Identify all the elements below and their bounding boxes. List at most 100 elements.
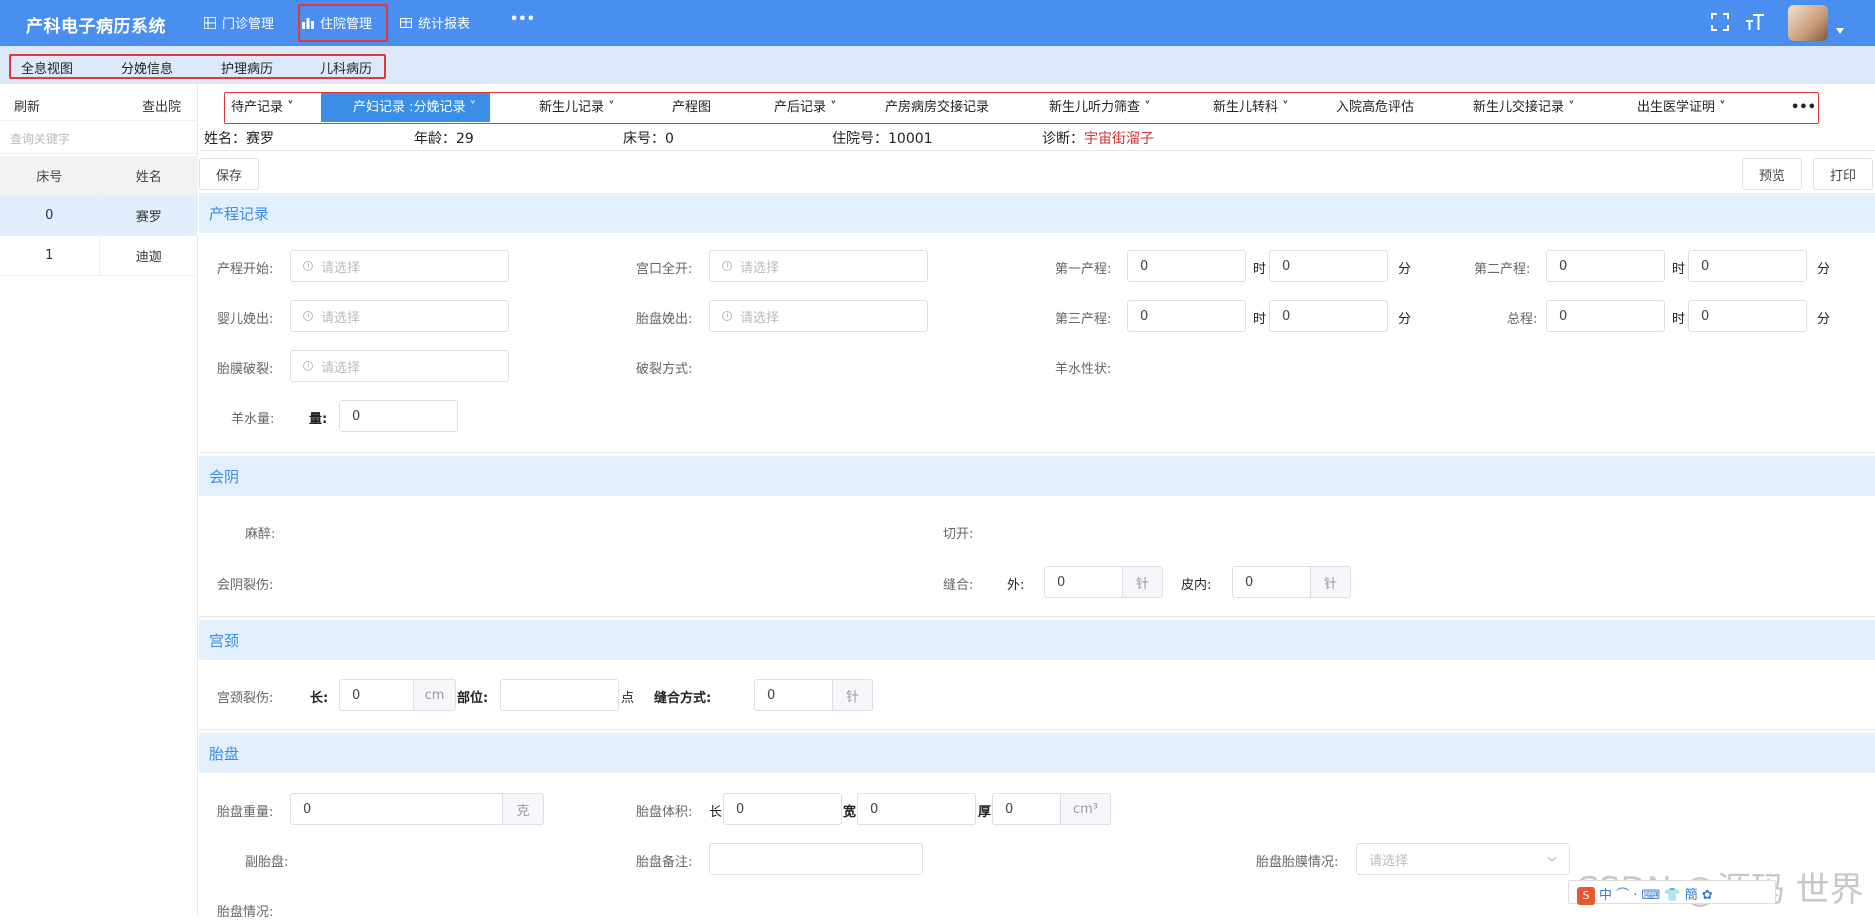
stage2-hours-input[interactable]: 0: [1546, 250, 1665, 282]
placenta-note-label: 胎盘备注:: [636, 855, 693, 870]
nav-outpatient[interactable]: 门诊管理: [204, 13, 274, 32]
label: 诊断：: [1042, 131, 1084, 147]
tab-maternal-delivery[interactable]: 产妇记录 :分娩记录 ˅: [321, 93, 491, 122]
amniotic-amount-input[interactable]: 0: [339, 400, 458, 432]
placenta-delivery-picker[interactable]: 请选择: [709, 300, 928, 332]
discharge-query-button[interactable]: 查出院: [142, 96, 181, 115]
value: 宇宙街溜子: [1084, 131, 1154, 147]
clock-icon: [722, 261, 732, 271]
tab-postpartum[interactable]: 产后记录 ˅: [774, 93, 837, 122]
outer-stitches-input[interactable]: 0: [1044, 566, 1123, 598]
value: 29: [456, 131, 474, 147]
membrane-status-label: 胎盘胎膜情况:: [1256, 855, 1339, 870]
tab-more-icon[interactable]: •••: [1791, 93, 1816, 122]
tab-label: 新生儿记录: [539, 100, 605, 115]
tab-ward-handover[interactable]: 产房病房交接记录: [885, 93, 989, 122]
fullscreen-icon[interactable]: [1711, 13, 1729, 31]
stage3-hours-input[interactable]: 0: [1127, 300, 1246, 332]
cervical-laceration-label: 宫颈裂伤:: [217, 691, 274, 706]
placenta-thickness-input[interactable]: 0: [992, 793, 1061, 825]
minute-label: 分: [1817, 312, 1831, 327]
gram-unit: 克: [503, 793, 544, 825]
patient-diagnosis: 诊断：宇宙街溜子: [1042, 128, 1154, 148]
table-row[interactable]: 1 迪迦: [0, 236, 198, 276]
placenta-volume-label: 胎盘体积:: [636, 805, 693, 820]
labor-start-label: 产程开始:: [217, 262, 274, 277]
refresh-button[interactable]: 刷新: [14, 96, 40, 115]
stage1-hours-input[interactable]: 0: [1127, 250, 1246, 282]
amniotic-nature-label: 羊水性状:: [1055, 362, 1112, 377]
tab-prelabor[interactable]: 待产记录 ˅: [231, 93, 294, 122]
cervix-suture-input[interactable]: 0: [754, 679, 833, 711]
tab-label: 产程图: [672, 100, 712, 115]
section-perineum: 会阴: [199, 456, 1875, 496]
clock-icon: [722, 311, 732, 321]
highlight-subnav: [9, 54, 386, 79]
caret-down-icon[interactable]: [1836, 28, 1844, 34]
nav-more[interactable]: •••: [510, 12, 535, 27]
baby-delivery-picker[interactable]: 请选择: [290, 300, 509, 332]
save-button[interactable]: 保存: [199, 158, 259, 190]
search-input[interactable]: 查询关键字: [0, 120, 198, 154]
tab-birth-certificate[interactable]: 出生医学证明 ˅: [1637, 93, 1726, 122]
membrane-status-select[interactable]: 请选择: [1356, 843, 1570, 875]
tab-label: 新生儿听力筛查: [1049, 100, 1141, 115]
cell-bed: 1: [0, 236, 100, 275]
perineal-laceration-label: 会阴裂伤:: [217, 578, 274, 593]
tab-newborn-transfer[interactable]: 新生儿转科 ˅: [1213, 93, 1289, 122]
tab-newborn-handover[interactable]: 新生儿交接记录 ˅: [1473, 93, 1575, 122]
total-hours-input[interactable]: 0: [1546, 300, 1665, 332]
intradermal-label: 皮内:: [1181, 578, 1212, 593]
placeholder: 请选择: [740, 310, 780, 326]
minute-label: 分: [1398, 312, 1412, 327]
tab-partogram[interactable]: 产程图: [672, 93, 711, 122]
tab-risk-assessment[interactable]: 入院高危评估: [1336, 93, 1414, 122]
label: 年龄：: [414, 131, 456, 147]
stage1-minutes-input[interactable]: 0: [1269, 250, 1388, 282]
tab-hearing-screening[interactable]: 新生儿听力筛查 ˅: [1049, 93, 1151, 122]
hour-label: 时: [1672, 262, 1686, 277]
incision-label: 切开:: [943, 527, 974, 542]
cm-unit: cm: [414, 679, 456, 711]
record-tabs: 待产记录 ˅ 产妇记录 :分娩记录 ˅ 新生儿记录 ˅ 产程图 产后记录 ˅ 产…: [224, 92, 1819, 124]
ime-toolbar[interactable]: S 中 ⌒ · ⌨ 👕 簡 ✿: [1568, 880, 1776, 905]
cell-name: 迪迦: [135, 250, 162, 265]
total-minutes-input[interactable]: 0: [1688, 300, 1807, 332]
placenta-length-input[interactable]: 0: [723, 793, 842, 825]
baby-delivery-label: 婴儿娩出:: [217, 312, 274, 327]
position-input[interactable]: [500, 679, 619, 711]
preview-button[interactable]: 预览: [1742, 158, 1802, 190]
stage3-minutes-input[interactable]: 0: [1269, 300, 1388, 332]
font-size-icon[interactable]: [1745, 12, 1765, 32]
dilation-picker[interactable]: 请选择: [709, 250, 928, 282]
tab-label: 待产记录: [231, 100, 284, 115]
avatar[interactable]: [1788, 5, 1828, 41]
tab-newborn[interactable]: 新生儿记录 ˅: [539, 93, 615, 122]
placeholder: 请选择: [1369, 853, 1409, 869]
stage2-minutes-input[interactable]: 0: [1688, 250, 1807, 282]
table-row[interactable]: 0 赛罗: [0, 196, 198, 236]
column-name: 姓名: [135, 170, 162, 185]
placenta-weight-input[interactable]: 0: [290, 793, 503, 825]
placeholder: 请选择: [321, 260, 361, 276]
table-header: 床号 姓名: [0, 156, 198, 196]
placenta-note-input[interactable]: [709, 843, 923, 875]
length-label: 长: [709, 805, 723, 820]
amniotic-amount-label: 羊水量:: [231, 412, 275, 427]
divider: [199, 616, 1875, 617]
cervix-length-input[interactable]: 0: [339, 679, 414, 711]
print-button[interactable]: 打印: [1813, 158, 1873, 190]
nav-statistics[interactable]: 统计报表: [400, 13, 470, 32]
label: 住院号：: [832, 131, 888, 147]
placenta-width-input[interactable]: 0: [857, 793, 976, 825]
top-bar: 产科电子病历系统 门诊管理 住院管理 统计报表 •••: [0, 0, 1875, 46]
intradermal-stitches-input[interactable]: 0: [1232, 566, 1311, 598]
membrane-rupture-picker[interactable]: 请选择: [290, 350, 509, 382]
placenta-delivery-label: 胎盘娩出:: [636, 312, 693, 327]
placeholder: 请选择: [321, 360, 361, 376]
labor-start-picker[interactable]: 请选择: [290, 250, 509, 282]
placeholder: 请选择: [321, 310, 361, 326]
stage1-label: 第一产程:: [1055, 262, 1112, 277]
amount-label: 量:: [309, 412, 328, 427]
value: 赛罗: [246, 131, 274, 147]
